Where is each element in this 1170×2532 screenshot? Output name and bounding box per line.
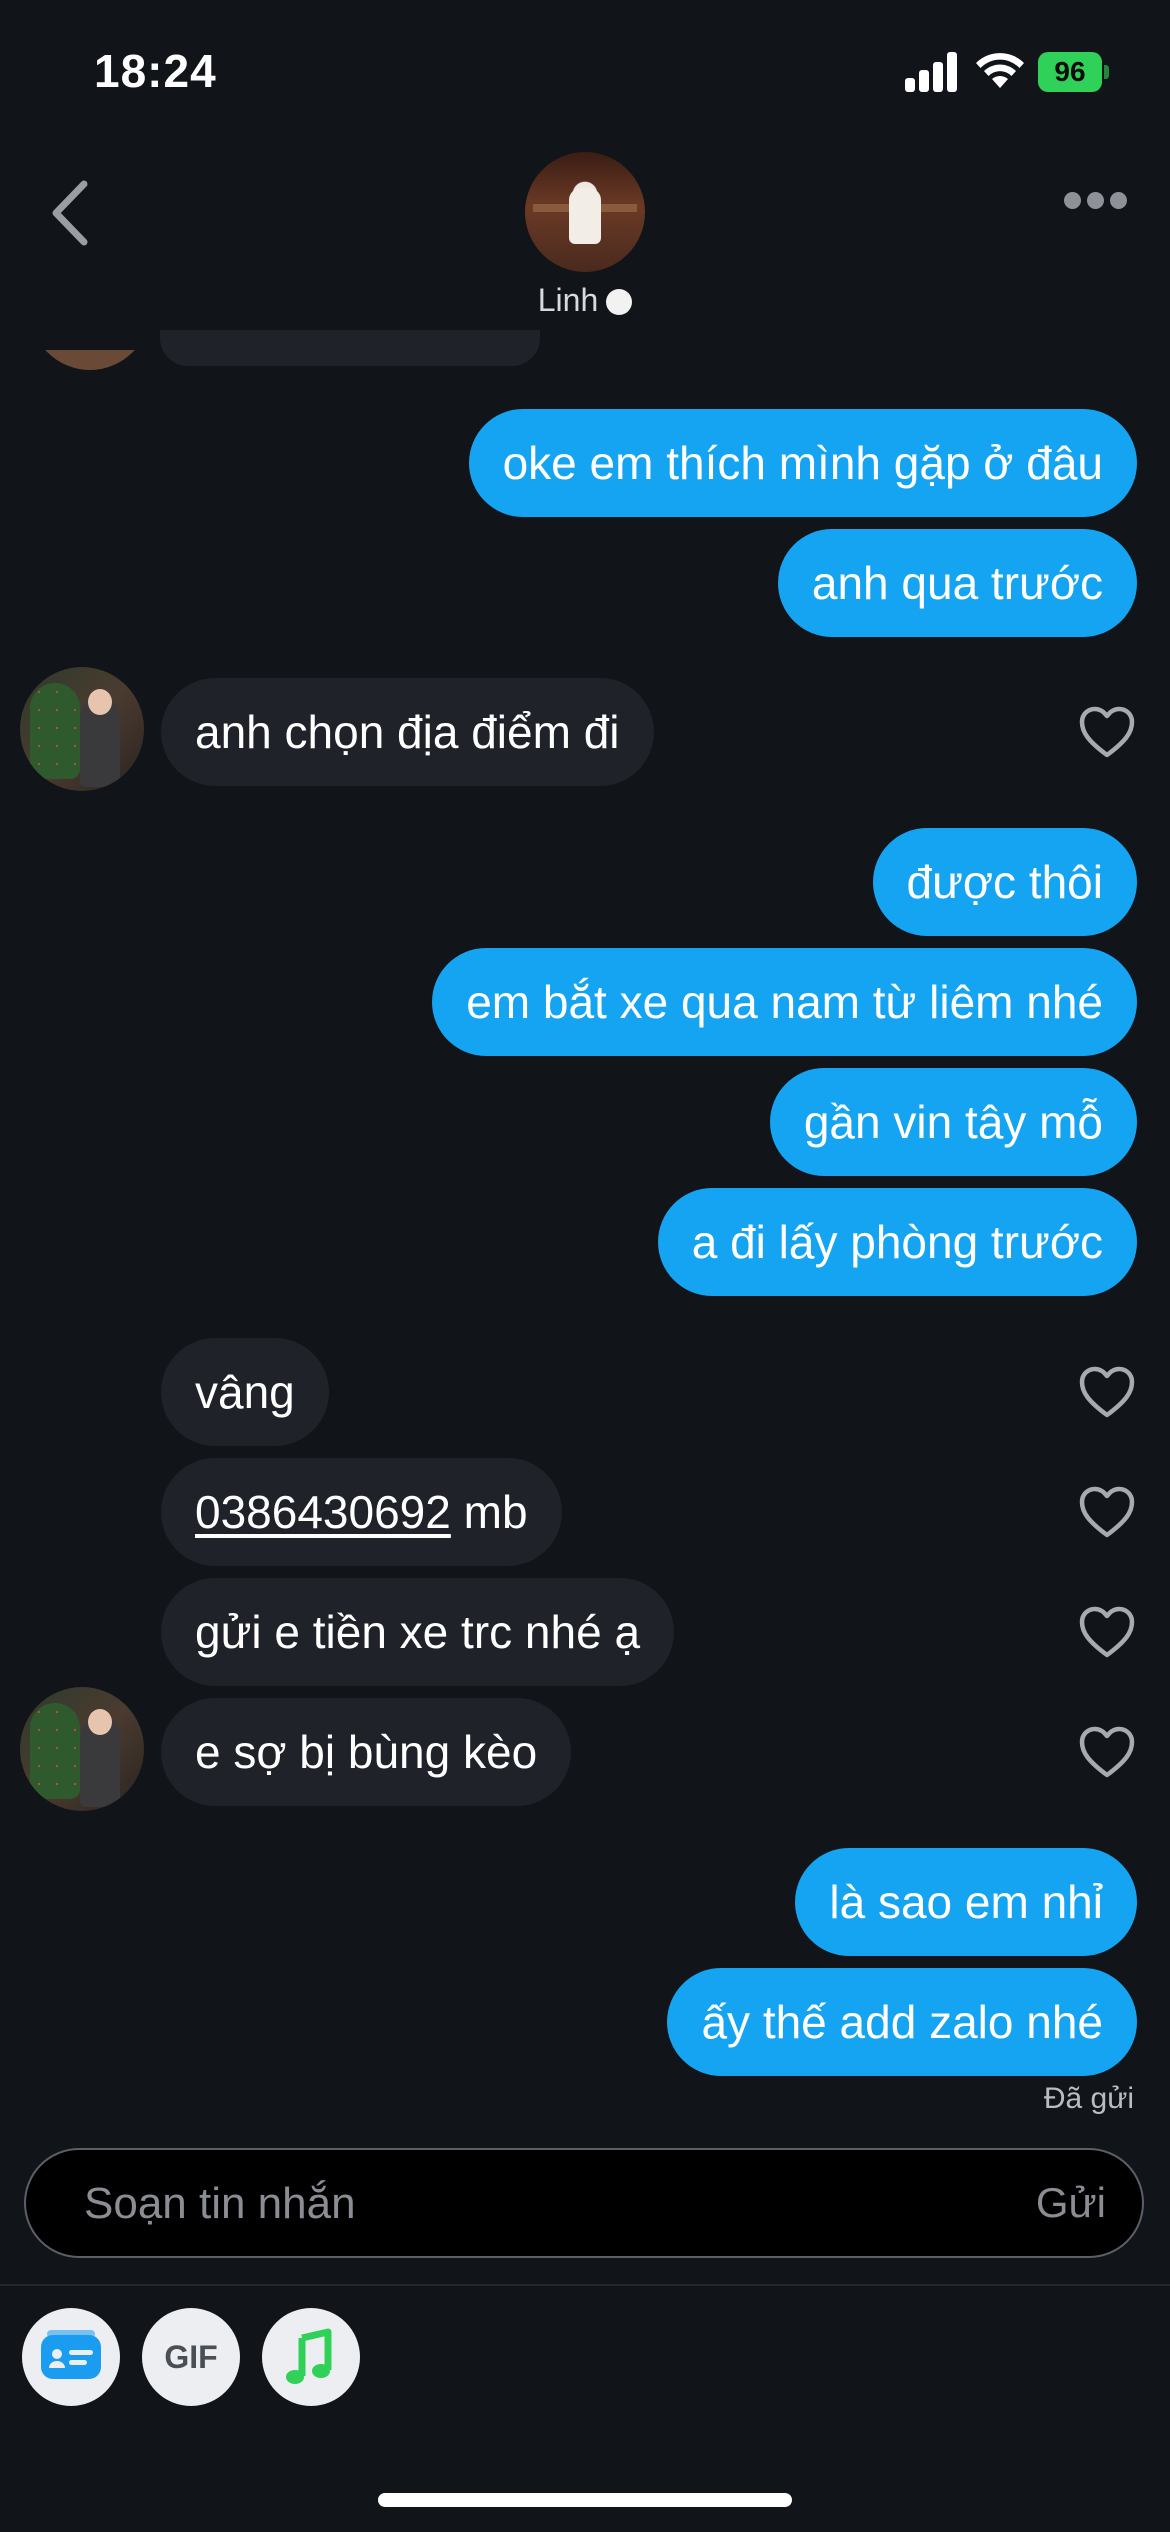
contact-avatar-small[interactable]: [20, 667, 144, 791]
heart-icon[interactable]: [1078, 1725, 1136, 1779]
contact-name[interactable]: Linh: [0, 282, 1170, 319]
message-outgoing[interactable]: là sao em nhỉ: [795, 1848, 1137, 1956]
gif-button[interactable]: GIF: [142, 2308, 240, 2406]
divider: [0, 2284, 1170, 2286]
contact-card-button[interactable]: [22, 2308, 120, 2406]
message-outgoing[interactable]: gần vin tây mỗ: [769, 1068, 1137, 1176]
contact-card-icon: [41, 2330, 101, 2379]
heart-icon[interactable]: [1078, 1605, 1136, 1659]
heart-icon[interactable]: [1078, 705, 1136, 759]
heart-icon[interactable]: [1078, 1485, 1136, 1539]
message-incoming[interactable]: anh chọn địa điểm đi: [161, 678, 654, 786]
home-indicator[interactable]: [378, 2493, 792, 2507]
more-options-icon[interactable]: [1064, 192, 1128, 210]
cellular-signal-icon: [905, 52, 959, 92]
message-outgoing[interactable]: oke em thích mình gặp ở đâu: [468, 409, 1137, 517]
contact-avatar[interactable]: [525, 152, 645, 272]
message-outgoing[interactable]: a đi lấy phòng trước: [657, 1188, 1137, 1296]
back-chevron-icon[interactable]: [46, 178, 96, 248]
message-incoming[interactable]: e sợ bị bùng kèo: [161, 1698, 572, 1806]
sent-status: Đã gửi: [1043, 2082, 1134, 2115]
send-button[interactable]: Gửi: [1036, 2150, 1106, 2256]
contact-avatar-small[interactable]: [20, 1687, 144, 1811]
compose-box[interactable]: Gửi: [24, 2148, 1144, 2258]
wifi-icon: [976, 53, 1024, 88]
phone-number-link[interactable]: 0386430692: [195, 1486, 451, 1538]
online-status-icon: [606, 289, 633, 315]
message-incoming[interactable]: gửi e tiền xe trc nhé ạ: [161, 1578, 675, 1686]
message-incoming[interactable]: vâng: [161, 1338, 329, 1446]
music-button[interactable]: [262, 2308, 360, 2406]
message-outgoing[interactable]: ấy thế add zalo nhé: [667, 1968, 1137, 2076]
gif-icon: GIF: [164, 2339, 218, 2375]
music-note-icon: [286, 2328, 332, 2384]
message-incoming[interactable]: 0386430692 mb: [161, 1458, 562, 1566]
battery-icon: 96: [1038, 52, 1110, 92]
message-input[interactable]: [82, 2150, 986, 2258]
message-outgoing[interactable]: được thôi: [872, 828, 1137, 936]
status-time: 18:24: [94, 45, 217, 97]
battery-percent: 96: [1054, 56, 1086, 87]
message-bubble-partial: [160, 330, 540, 366]
heart-icon[interactable]: [1078, 1365, 1136, 1419]
message-outgoing[interactable]: anh qua trước: [777, 529, 1137, 637]
message-outgoing[interactable]: em bắt xe qua nam từ liêm nhé: [432, 948, 1137, 1056]
